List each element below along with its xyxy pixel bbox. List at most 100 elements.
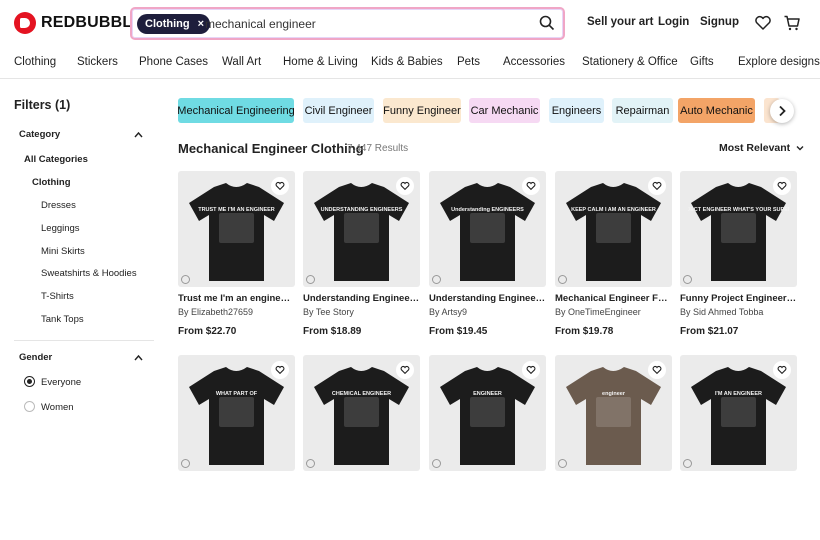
nav-item-pets[interactable]: Pets — [457, 56, 480, 68]
product-artist[interactable]: By Tee Story — [303, 307, 420, 317]
product-card[interactable]: ENGINEER — [429, 355, 546, 540]
radio-women[interactable] — [24, 401, 35, 412]
tag-pill[interactable]: Repairman — [612, 98, 673, 123]
nav-item-gifts[interactable]: Gifts — [690, 56, 714, 68]
radio-label-women: Women — [41, 402, 74, 413]
info-icon[interactable] — [683, 275, 692, 284]
search-icon[interactable] — [539, 15, 555, 31]
product-image[interactable]: UNDERSTANDING ENGINEERS — [303, 171, 420, 287]
product-card[interactable]: I'M AN ENGINEER — [680, 355, 797, 540]
category-filter-heading[interactable]: Category — [19, 129, 60, 140]
sort-dropdown[interactable]: Most Relevant — [719, 142, 804, 154]
subcategory-dresses[interactable]: Dresses — [41, 200, 76, 211]
tag-label: Car Mechanic — [470, 104, 539, 117]
info-icon[interactable] — [432, 275, 441, 284]
tag-pill[interactable]: Engineers — [549, 98, 604, 123]
favorite-button[interactable] — [773, 177, 791, 195]
tag-pill[interactable]: Mechanical Engineering — [177, 98, 295, 123]
product-image[interactable]: I'M A PROJECT ENGINEER WHAT'S YOUR SUPER… — [680, 171, 797, 287]
chevron-up-icon[interactable] — [134, 354, 143, 361]
product-image[interactable]: Understanding ENGINEERS — [429, 171, 546, 287]
subcategory-t-shirts[interactable]: T-Shirts — [41, 291, 74, 302]
product-title[interactable]: Mechanical Engineer Funny ... — [555, 293, 672, 304]
product-artist[interactable]: By Elizabeth27659 — [178, 307, 295, 317]
subcategory-leggings[interactable]: Leggings — [41, 223, 80, 234]
subcategory-sweatshirts-hoodies[interactable]: Sweatshirts & Hoodies — [41, 268, 137, 279]
tag-pill[interactable]: Auto Mechanic — [678, 98, 755, 123]
favorite-button[interactable] — [648, 361, 666, 379]
signup-link[interactable]: Signup — [700, 16, 739, 28]
info-icon[interactable] — [683, 459, 692, 468]
chevron-up-icon[interactable] — [134, 131, 143, 138]
nav-item-home-living[interactable]: Home & Living — [283, 56, 358, 68]
product-title[interactable]: Understanding Engineers Es... — [429, 293, 546, 304]
search-bar[interactable]: Clothing × — [130, 7, 565, 40]
subcategory-mini-skirts[interactable]: Mini Skirts — [41, 246, 85, 257]
info-icon[interactable] — [432, 459, 441, 468]
favorite-button[interactable] — [396, 361, 414, 379]
nav-item-phone-cases[interactable]: Phone Cases — [139, 56, 208, 68]
favorite-button[interactable] — [271, 177, 289, 195]
nav-item-wall-art[interactable]: Wall Art — [222, 56, 261, 68]
info-icon[interactable] — [306, 459, 315, 468]
product-image[interactable]: WHAT PART OF — [178, 355, 295, 471]
product-image[interactable]: TRUST ME I'M AN ENGINEER — [178, 171, 295, 287]
info-icon[interactable] — [558, 275, 567, 284]
heart-icon — [526, 181, 536, 191]
favorite-button[interactable] — [773, 361, 791, 379]
product-image[interactable]: engineer — [555, 355, 672, 471]
info-icon[interactable] — [306, 275, 315, 284]
product-card[interactable]: CHEMICAL ENGINEER — [303, 355, 420, 540]
product-artist[interactable]: By Artsy9 — [429, 307, 546, 317]
cart-icon[interactable] — [783, 14, 801, 32]
sell-your-art-link[interactable]: Sell your art — [587, 16, 653, 28]
nav-item-explore-designs[interactable]: Explore designs — [738, 56, 820, 68]
product-card[interactable]: Understanding ENGINEERS Understanding Eng… — [429, 171, 546, 356]
product-card[interactable]: WHAT PART OF — [178, 355, 295, 540]
info-icon[interactable] — [558, 459, 567, 468]
info-icon[interactable] — [181, 275, 190, 284]
print-text: UNDERSTANDING ENGINEERS — [321, 207, 403, 213]
search-input[interactable] — [205, 14, 525, 34]
product-title[interactable]: Funny Project Engineer desi... — [680, 293, 797, 304]
tag-pill[interactable]: Car Mechanic — [469, 98, 540, 123]
info-icon[interactable] — [181, 459, 190, 468]
tag-pill[interactable]: Funny Engineer — [383, 98, 461, 123]
login-link[interactable]: Login — [658, 16, 689, 28]
chip-close-icon[interactable]: × — [198, 18, 204, 30]
product-image[interactable]: ENGINEER — [429, 355, 546, 471]
product-card[interactable]: TRUST ME I'M AN ENGINEER Trust me I'm an … — [178, 171, 295, 356]
favorite-button[interactable] — [522, 361, 540, 379]
nav-item-stationery-office[interactable]: Stationery & Office — [582, 56, 678, 68]
clothing-category-link[interactable]: Clothing — [32, 177, 71, 188]
subcategory-tank-tops[interactable]: Tank Tops — [41, 314, 84, 325]
product-card[interactable]: engineer — [555, 355, 672, 540]
favorite-button[interactable] — [522, 177, 540, 195]
product-title[interactable]: Trust me I'm an engineer Ess... — [178, 293, 295, 304]
product-title[interactable]: Understanding Engineers - F... — [303, 293, 420, 304]
favorite-button[interactable] — [396, 177, 414, 195]
nav-item-accessories[interactable]: Accessories — [503, 56, 565, 68]
nav-item-stickers[interactable]: Stickers — [77, 56, 118, 68]
heart-icon[interactable] — [754, 14, 772, 32]
nav-item-clothing[interactable]: Clothing — [14, 56, 56, 68]
category-chip[interactable]: Clothing × — [137, 14, 211, 34]
heart-icon — [777, 181, 787, 191]
product-image[interactable]: CHEMICAL ENGINEER — [303, 355, 420, 471]
product-image[interactable]: KEEP CALM I AM AN ENGINEER — [555, 171, 672, 287]
product-artist[interactable]: By Sid Ahmed Tobba — [680, 307, 797, 317]
all-categories-link[interactable]: All Categories — [24, 154, 88, 165]
product-card[interactable]: KEEP CALM I AM AN ENGINEER Mechanical Eng… — [555, 171, 672, 356]
favorite-button[interactable] — [648, 177, 666, 195]
gender-filter-heading[interactable]: Gender — [19, 352, 52, 363]
tags-next-button[interactable] — [770, 99, 794, 123]
nav-item-kids-babies[interactable]: Kids & Babies — [371, 56, 443, 68]
product-artist[interactable]: By OneTimeEngineer — [555, 307, 672, 317]
product-image[interactable]: I'M AN ENGINEER — [680, 355, 797, 471]
tag-pill[interactable]: Civil Engineer — [303, 98, 374, 123]
product-card[interactable]: I'M A PROJECT ENGINEER WHAT'S YOUR SUPER… — [680, 171, 797, 356]
radio-everyone[interactable] — [24, 376, 35, 387]
product-card[interactable]: UNDERSTANDING ENGINEERS Understanding Eng… — [303, 171, 420, 356]
redbubble-logo[interactable]: REDBUBBLE — [14, 12, 143, 34]
favorite-button[interactable] — [271, 361, 289, 379]
